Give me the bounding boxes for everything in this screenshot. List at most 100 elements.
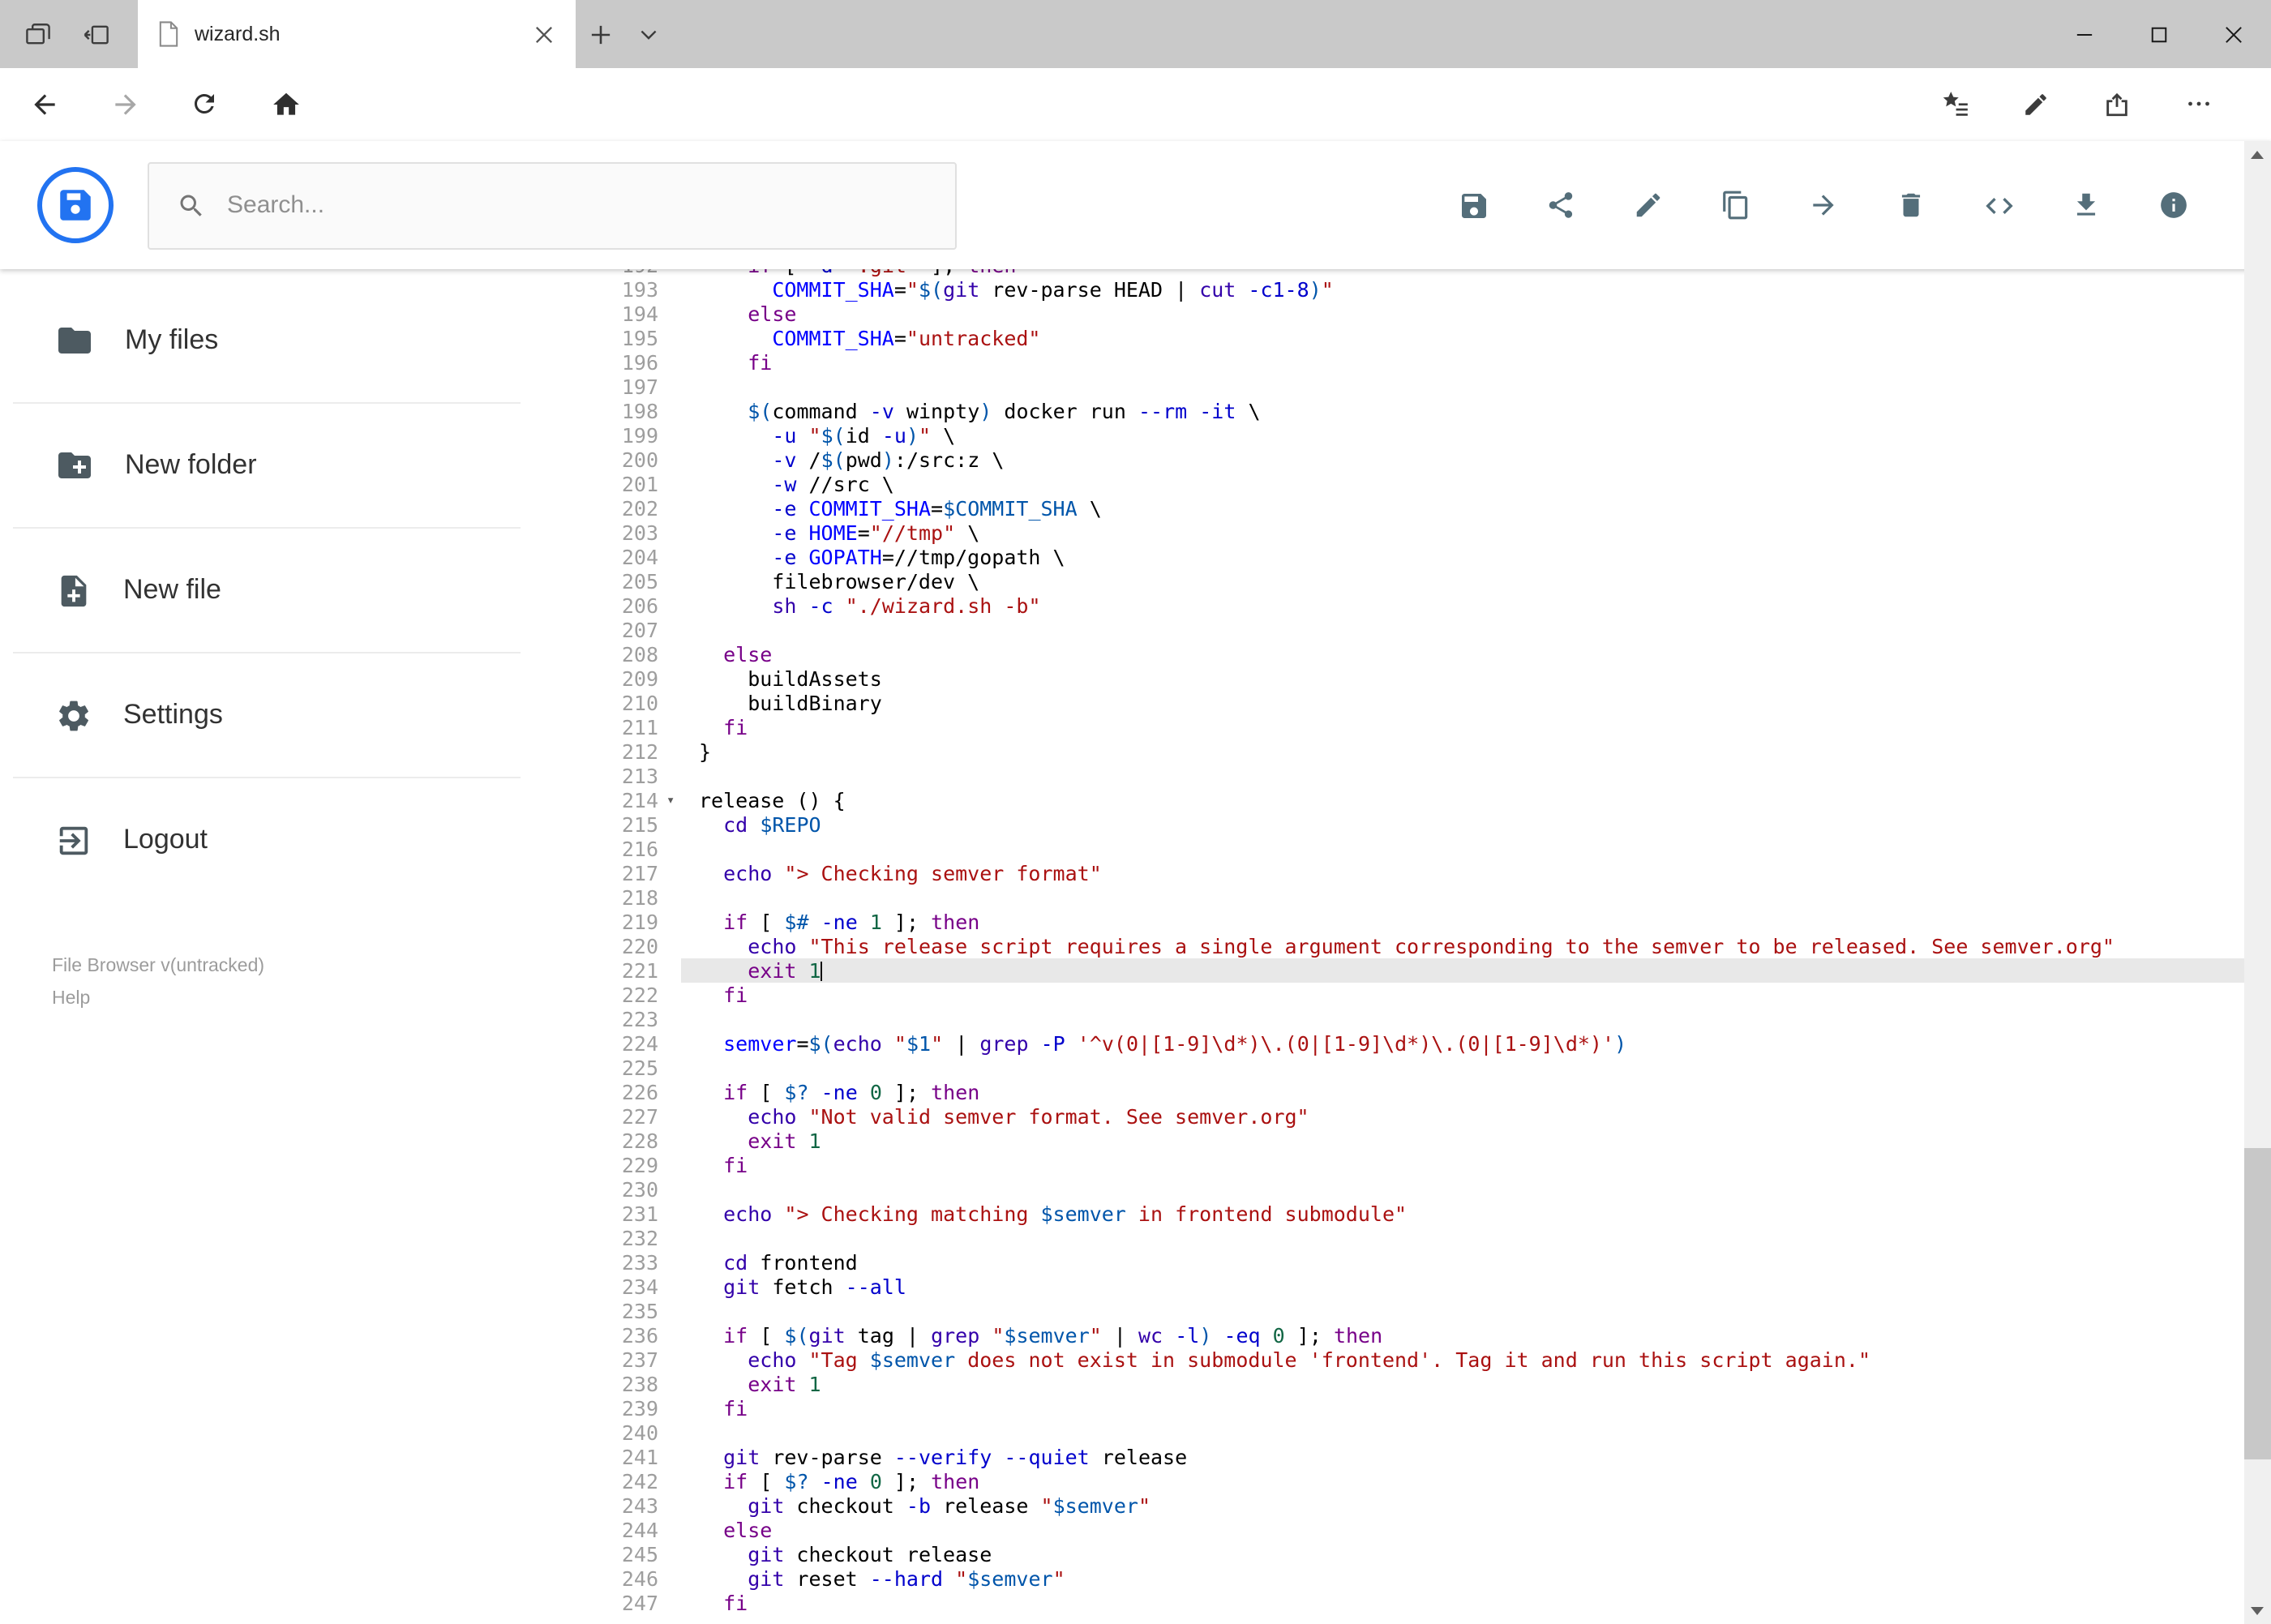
code-editor[interactable]: 1921931941951961971981992002012022032042…: [551, 269, 2243, 1624]
code-line[interactable]: fi: [681, 983, 2243, 1007]
code-line[interactable]: [681, 1056, 2243, 1080]
code-line[interactable]: fi: [681, 1153, 2243, 1177]
code-line[interactable]: [681, 837, 2243, 861]
code-line[interactable]: echo "Not valid semver format. See semve…: [681, 1104, 2243, 1129]
tab-preview-button[interactable]: [13, 0, 62, 68]
code-line[interactable]: git reset --hard "$semver": [681, 1566, 2243, 1591]
code-line[interactable]: -e COMMIT_SHA=$COMMIT_SHA \: [681, 496, 2243, 521]
code-line[interactable]: if [ $(git tag | grep "$semver" | wc -l)…: [681, 1323, 2243, 1348]
code-line[interactable]: COMMIT_SHA="$(git rev-parse HEAD | cut -…: [681, 277, 2243, 302]
code-line[interactable]: -w //src \: [681, 472, 2243, 496]
code-line[interactable]: git fetch --all: [681, 1275, 2243, 1299]
scroll-thumb[interactable]: [2243, 1148, 2271, 1459]
info-button[interactable]: [2146, 178, 2201, 233]
share-page-button[interactable]: [2089, 76, 2145, 131]
code-view-button[interactable]: [1971, 178, 2026, 233]
trash-icon: [1901, 193, 1921, 217]
code-line[interactable]: cd $REPO: [681, 812, 2243, 837]
code-line[interactable]: buildAssets: [681, 666, 2243, 691]
copy-button[interactable]: [1708, 178, 1763, 233]
code-line[interactable]: git rev-parse --verify --quiet release: [681, 1445, 2243, 1469]
code-line[interactable]: -u "$(id -u)" \: [681, 423, 2243, 448]
code-line[interactable]: if [ $? -ne 0 ]; then: [681, 1469, 2243, 1493]
home-button[interactable]: [258, 76, 313, 131]
share-button[interactable]: [1533, 178, 1588, 233]
annotate-pen-button[interactable]: [2008, 76, 2063, 131]
minimize-button[interactable]: [2047, 0, 2122, 68]
code-line[interactable]: if [ -d ".git" ]; then: [681, 269, 2243, 277]
move-button[interactable]: [1796, 178, 1851, 233]
code-line[interactable]: exit 1: [681, 1129, 2243, 1153]
code-line[interactable]: -v /$(pwd):/src:z \: [681, 448, 2243, 472]
code-line[interactable]: if [ $? -ne 0 ]; then: [681, 1080, 2243, 1104]
code-line[interactable]: exit 1: [681, 958, 2243, 983]
delete-button[interactable]: [1883, 178, 1939, 233]
app-logo[interactable]: [37, 167, 114, 243]
sidebar-item-my-files[interactable]: My files: [13, 277, 521, 402]
tabs-aside-button[interactable]: [71, 0, 120, 68]
maximize-button[interactable]: [2122, 0, 2196, 68]
new-tab-button[interactable]: [576, 0, 624, 68]
code-line[interactable]: $(command -v winpty) docker run --rm -it…: [681, 399, 2243, 423]
code-line[interactable]: fi: [681, 715, 2243, 739]
code-line[interactable]: filebrowser/dev \: [681, 569, 2243, 593]
gutter-line-number: 207: [621, 618, 658, 642]
refresh-button[interactable]: [177, 76, 232, 131]
code-line[interactable]: else: [681, 642, 2243, 666]
browser-tab[interactable]: wizard.sh: [138, 0, 576, 68]
code-line[interactable]: [681, 1226, 2243, 1250]
code-line[interactable]: fi: [681, 350, 2243, 375]
code-line[interactable]: [681, 1299, 2243, 1323]
forward-button[interactable]: [97, 76, 152, 131]
sidebar-item-new-folder[interactable]: New folder: [13, 402, 521, 527]
code-line[interactable]: [681, 764, 2243, 788]
code-line[interactable]: echo "> Checking semver format": [681, 861, 2243, 885]
code-line[interactable]: echo "> Checking matching $semver in fro…: [681, 1202, 2243, 1226]
code-line[interactable]: echo "Tag $semver does not exist in subm…: [681, 1348, 2243, 1372]
code-line[interactable]: fi: [681, 1591, 2243, 1615]
close-window-button[interactable]: [2196, 0, 2271, 68]
code-line[interactable]: [681, 1007, 2243, 1031]
code-line[interactable]: if [ $# -ne 1 ]; then: [681, 910, 2243, 934]
code-line[interactable]: else: [681, 302, 2243, 326]
code-line[interactable]: sh -c "./wizard.sh -b": [681, 593, 2243, 618]
code-line[interactable]: release () {: [681, 788, 2243, 812]
edit-button[interactable]: [1621, 178, 1676, 233]
code-line[interactable]: [681, 375, 2243, 399]
save-button[interactable]: [1446, 178, 1501, 233]
code-line[interactable]: [681, 1177, 2243, 1202]
search-input[interactable]: [224, 190, 955, 221]
gutter-line-number: 215: [621, 812, 658, 837]
search-box[interactable]: [148, 161, 957, 249]
favorites-hub-button[interactable]: [1927, 76, 1982, 131]
sidebar-item-logout[interactable]: Logout: [13, 777, 521, 902]
tab-close-button[interactable]: [527, 18, 559, 50]
download-button[interactable]: [2059, 178, 2114, 233]
code-line[interactable]: [681, 1420, 2243, 1445]
code-line[interactable]: git checkout -b release "$semver": [681, 1493, 2243, 1518]
code-line[interactable]: }: [681, 739, 2243, 764]
code-line[interactable]: buildBinary: [681, 691, 2243, 715]
code-line[interactable]: fi: [681, 1396, 2243, 1420]
scroll-up-button[interactable]: [2243, 141, 2271, 169]
fold-marker-icon[interactable]: ▾: [666, 790, 675, 814]
code-line[interactable]: [681, 885, 2243, 910]
page-scrollbar[interactable]: [2243, 141, 2271, 1624]
sidebar-item-settings[interactable]: Settings: [13, 652, 521, 777]
code-line[interactable]: echo "This release script requires a sin…: [681, 934, 2243, 958]
back-button[interactable]: [16, 76, 71, 131]
code-line[interactable]: COMMIT_SHA="untracked": [681, 326, 2243, 350]
code-line[interactable]: -e HOME="//tmp" \: [681, 521, 2243, 545]
code-line[interactable]: [681, 618, 2243, 642]
tab-dropdown-button[interactable]: [624, 0, 673, 68]
code-line[interactable]: cd frontend: [681, 1250, 2243, 1275]
more-options-button[interactable]: [2170, 76, 2226, 131]
code-line[interactable]: -e GOPATH=//tmp/gopath \: [681, 545, 2243, 569]
help-link[interactable]: Help: [52, 988, 264, 1009]
sidebar-item-new-file[interactable]: New file: [13, 527, 521, 652]
code-line[interactable]: git checkout release: [681, 1542, 2243, 1566]
code-line[interactable]: exit 1: [681, 1372, 2243, 1396]
scroll-down-button[interactable]: [2243, 1596, 2271, 1624]
code-line[interactable]: semver=$(echo "$1" | grep -P '^v(0|[1-9]…: [681, 1031, 2243, 1056]
code-line[interactable]: else: [681, 1518, 2243, 1542]
